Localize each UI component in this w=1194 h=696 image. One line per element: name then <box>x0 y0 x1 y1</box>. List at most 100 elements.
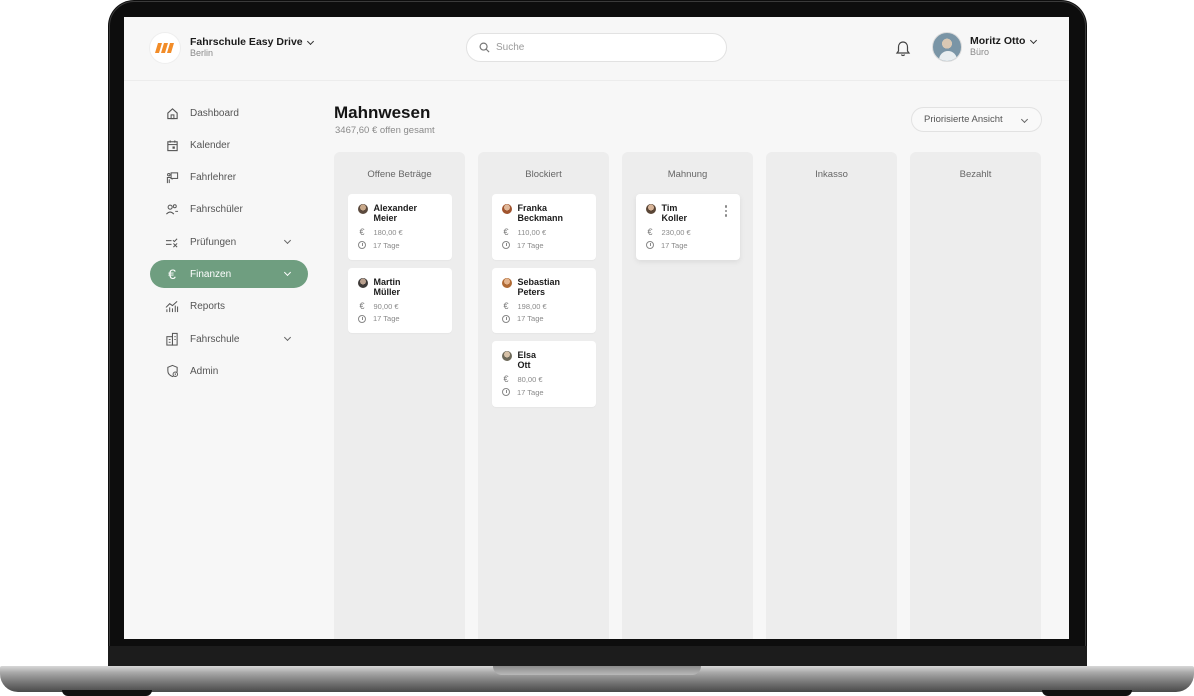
avatar <box>357 204 368 214</box>
avatar <box>501 204 512 214</box>
student-first-name: Elsa <box>517 350 537 360</box>
chevron-down-icon <box>283 334 292 342</box>
amount: 80,00 € <box>517 375 543 384</box>
sidebar-item-pruefungen[interactable]: Prüfungen <box>150 228 308 256</box>
column-inkasso: Inkasso <box>766 152 897 639</box>
sidebar-item-label: Admin <box>190 365 219 377</box>
clock-icon <box>502 314 510 323</box>
sidebar-item-admin[interactable]: Admin <box>150 357 308 385</box>
user-name: Moritz Otto <box>970 35 1026 48</box>
chevron-down-icon <box>283 237 292 245</box>
sidebar-item-label: Fahrschule <box>190 333 240 345</box>
student-last-name: Ott <box>517 360 531 370</box>
students-icon <box>164 202 180 218</box>
building-icon <box>164 331 180 347</box>
student-first-name: Martin <box>373 276 401 287</box>
view-select[interactable]: Priorisierte Ansicht <box>911 107 1042 132</box>
clock-icon <box>358 314 366 323</box>
calendar-icon <box>164 137 180 153</box>
column-title: Inkasso <box>815 169 848 180</box>
sidebar-nav: Dashboard Kalender Fahrlehrer Fahrschüle… <box>150 99 308 390</box>
days-open: 17 Tage <box>373 314 400 323</box>
brand-name: Fahrschule Easy Drive <box>190 36 303 49</box>
column-title: Blockiert <box>525 169 562 180</box>
clock-icon <box>502 388 510 396</box>
dunning-card[interactable]: Franka Beckmann €110,00 € 17 Tage <box>491 194 596 260</box>
chart-icon <box>164 299 180 315</box>
chevron-down-icon <box>306 37 314 45</box>
student-last-name: Meier <box>373 213 398 223</box>
days-open: 17 Tage <box>517 314 544 323</box>
amount: 230,00 € <box>661 228 691 237</box>
student-first-name: Franka <box>517 203 548 213</box>
euro-icon: € <box>359 227 365 237</box>
view-select-value: Priorisierte Ansicht <box>924 114 1003 125</box>
user-menu[interactable]: Moritz Otto Büro <box>932 32 1038 62</box>
kanban-board: Offene Beträge Alexander Meier €180,00 €… <box>334 152 1041 639</box>
avatar <box>932 32 962 62</box>
sidebar-item-finanzen[interactable]: € Finanzen <box>150 260 308 289</box>
amount: 180,00 € <box>373 228 403 237</box>
sidebar-item-kalender[interactable]: Kalender <box>150 131 308 159</box>
admin-shield-icon <box>164 363 180 379</box>
avatar <box>357 277 368 288</box>
laptop-notch <box>493 666 701 675</box>
sidebar-item-reports[interactable]: Reports <box>150 293 308 321</box>
dunning-card[interactable]: Sebastian Peters €198,00 € 17 Tage <box>491 267 596 333</box>
euro-icon: € <box>359 300 365 311</box>
dunning-card[interactable]: Martin Müller €90,00 € 17 Tage <box>347 267 452 333</box>
sidebar-item-fahrschueler[interactable]: Fahrschüler <box>150 196 308 224</box>
avatar <box>501 351 512 361</box>
top-bar: Fahrschule Easy Drive Berlin Moritz Otto <box>124 17 1069 81</box>
sidebar-item-dashboard[interactable]: Dashboard <box>150 99 308 127</box>
amount: 110,00 € <box>517 228 547 237</box>
column-title: Bezahlt <box>959 169 992 180</box>
brand-logo-icon <box>150 33 180 63</box>
page-title: Mahnwesen <box>334 103 431 122</box>
sidebar-item-label: Prüfungen <box>190 236 237 248</box>
column-blockiert: Blockiert Franka Beckmann €110,00 € 17 T… <box>478 152 609 639</box>
sidebar-item-label: Fahrschüler <box>190 204 243 216</box>
days-open: 17 Tage <box>517 387 544 397</box>
dunning-card[interactable]: Elsa Ott €80,00 € 17 Tage <box>491 341 596 407</box>
student-last-name: Beckmann <box>517 213 564 223</box>
euro-icon: € <box>503 374 509 384</box>
sidebar-item-label: Reports <box>190 301 226 313</box>
amount: 198,00 € <box>517 301 547 311</box>
column-offene-betraege: Offene Beträge Alexander Meier €180,00 €… <box>334 152 465 639</box>
clock-icon <box>358 241 366 249</box>
clock-icon <box>502 241 510 249</box>
bell-icon[interactable] <box>895 40 911 58</box>
avatar <box>645 204 656 214</box>
euro-icon: € <box>503 227 509 237</box>
clock-icon <box>646 241 654 249</box>
student-last-name: Koller <box>661 213 688 223</box>
days-open: 17 Tage <box>517 240 544 250</box>
dunning-card[interactable]: Tim Koller €230,00 € 17 Tage <box>635 194 740 260</box>
dunning-card[interactable]: Alexander Meier €180,00 € 17 Tage <box>347 194 452 260</box>
sidebar-item-fahrlehrer[interactable]: Fahrlehrer <box>150 164 308 192</box>
euro-icon: € <box>647 227 653 237</box>
chevron-down-icon <box>1030 36 1038 44</box>
page-subtitle: 3467,60 € offen gesamt <box>335 125 435 136</box>
search-input[interactable] <box>496 42 696 53</box>
avatar <box>501 277 512 288</box>
user-role: Büro <box>970 47 990 58</box>
laptop-chin <box>108 646 1087 668</box>
days-open: 17 Tage <box>373 240 400 250</box>
student-last-name: Peters <box>517 286 546 297</box>
sidebar-item-label: Fahrlehrer <box>190 172 237 184</box>
euro-icon: € <box>503 300 509 311</box>
school-switcher[interactable]: Fahrschule Easy Drive Berlin <box>150 33 314 63</box>
column-mahnung: Mahnung Tim Koller €230,00 € 17 Tage <box>622 152 753 639</box>
days-open: 17 Tage <box>661 240 688 250</box>
sidebar-item-label: Kalender <box>190 139 231 151</box>
sidebar-item-fahrschule[interactable]: Fahrschule <box>150 325 308 353</box>
more-options-icon[interactable] <box>724 205 728 217</box>
student-first-name: Alexander <box>373 203 418 213</box>
search-icon <box>479 42 490 53</box>
sidebar-item-label: Dashboard <box>190 107 239 119</box>
chevron-down-icon <box>1020 115 1029 124</box>
search-bar[interactable] <box>466 33 727 62</box>
laptop-foot-right <box>1042 690 1132 696</box>
